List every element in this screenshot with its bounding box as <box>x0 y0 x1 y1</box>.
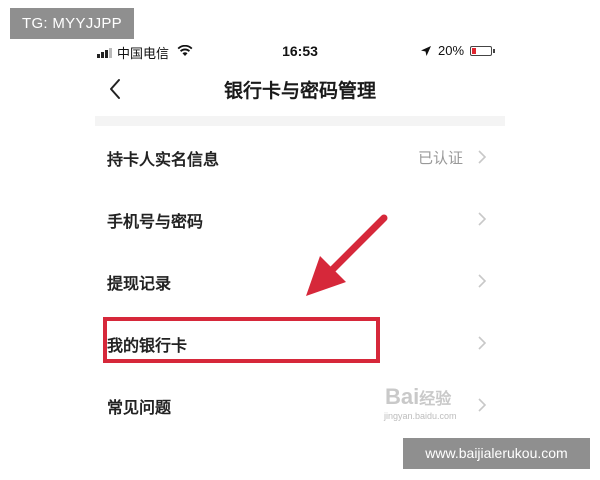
highlight-box <box>103 317 380 363</box>
chevron-right-icon <box>478 150 487 164</box>
chevron-right-icon <box>478 336 487 350</box>
page-title: 银行卡与密码管理 <box>223 80 376 102</box>
section-divider <box>95 116 505 126</box>
chevron-right-icon <box>478 212 487 226</box>
baidu-watermark: Bai经验 <box>385 384 452 409</box>
chevron-right-icon <box>478 274 487 288</box>
verified-status: 已认证 <box>417 149 463 167</box>
list-item-label: 常见问题 <box>107 398 172 417</box>
location-icon <box>421 46 431 56</box>
chevron-right-icon <box>478 398 487 412</box>
nav-bar: 银行卡与密码管理 <box>95 64 505 116</box>
list-item-cardholder-info[interactable]: 持卡人实名信息 已认证 <box>95 126 505 188</box>
list-item-label: 提现记录 <box>107 274 172 293</box>
pointer-arrow-icon <box>306 214 388 296</box>
battery-icon <box>470 46 492 56</box>
list-item-label: 持卡人实名信息 <box>107 150 220 169</box>
baidu-watermark-url: jingyan.baidu.com <box>384 411 457 421</box>
status-bar: 中国电信 16:53 20% <box>95 40 505 64</box>
site-url-overlay: www.baijialerukou.com <box>403 438 590 469</box>
battery-percent: 20% <box>438 43 465 58</box>
list-item-label: 手机号与密码 <box>107 212 204 231</box>
screenshot: TG: MYYJJPP 中国电信 16:53 20% 银行卡与密码管理 持卡人实… <box>0 0 600 480</box>
tg-overlay-label: TG: MYYJJPP <box>10 8 134 39</box>
battery-cap <box>493 49 495 53</box>
